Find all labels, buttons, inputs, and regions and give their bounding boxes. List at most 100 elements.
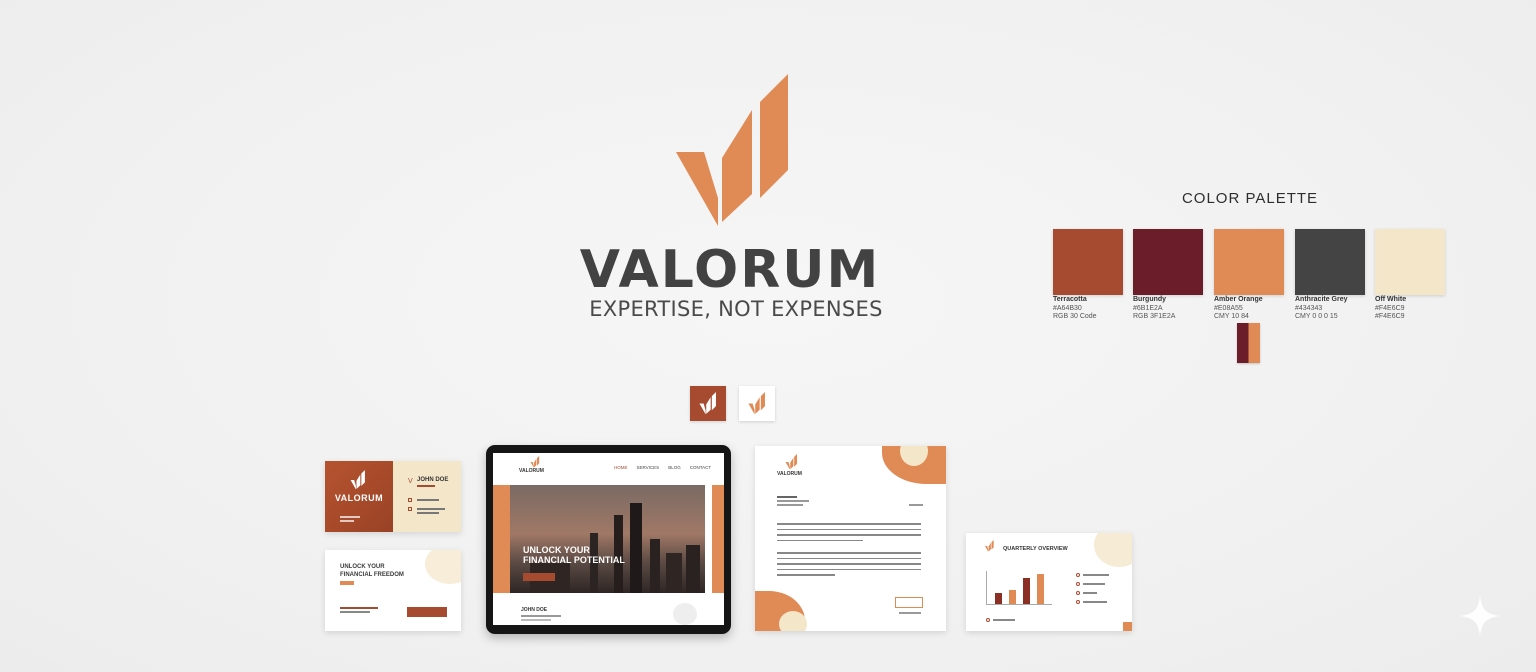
letterhead-corner-blob (779, 611, 807, 631)
swatch-code: #F4E6C9 (1375, 313, 1405, 320)
swatch-terracotta (1053, 229, 1123, 295)
nav-services[interactable]: SERVICES (637, 465, 660, 470)
letterhead-logo-text: VALORUM (777, 471, 802, 477)
card-info-line (417, 512, 439, 514)
card-contact-line (340, 607, 378, 609)
swatch-name: Terracotta (1053, 296, 1087, 303)
logo-mark-icon (676, 74, 788, 226)
swatch-label-off-white: Off White #F4E6C9 #F4E6C9 (1375, 296, 1445, 322)
date-line (909, 504, 923, 506)
report-corner-tab (1123, 622, 1132, 631)
signature-box (895, 597, 923, 608)
business-card-back: UNLOCK YOUR FINANCIAL FREEDOM (325, 550, 461, 631)
swatch-code: RGB 3F1E2A (1133, 313, 1176, 320)
hero-line: FINANCIAL POTENTIAL (523, 555, 625, 565)
swatch-name: Off White (1375, 296, 1407, 303)
tablet-mockup: VALORUM HOME SERVICES BLOG CONTACT UNLOC… (486, 445, 731, 634)
logo-mark-small-icon: V (408, 478, 413, 485)
skyline-building (666, 553, 682, 593)
legend-dot (1076, 600, 1080, 604)
card-contact-line (340, 611, 370, 613)
report-chart (986, 571, 1052, 605)
swatch-name: Amber Orange (1214, 296, 1263, 303)
swatch-code: #434343 (1295, 304, 1323, 312)
swatch-code: #E08A55 (1214, 304, 1243, 312)
hero-side-accent (493, 485, 510, 593)
body-paragraph (777, 523, 921, 545)
logo-mark-icon (530, 456, 540, 468)
report-legend (1076, 573, 1109, 604)
report-footer-dot (986, 618, 990, 622)
swatch-code: #A64B30 (1053, 304, 1082, 312)
swatch-name: Anthracite Grey (1295, 296, 1348, 303)
legend-line (1083, 583, 1105, 585)
website-screen: VALORUM HOME SERVICES BLOG CONTACT UNLOC… (493, 453, 724, 625)
report-title: QUARTERLY OVERVIEW (1003, 546, 1068, 552)
sparkle-icon (1460, 596, 1500, 636)
card-info-line (417, 485, 435, 487)
phone-icon (408, 498, 412, 502)
card-tagline-line (340, 516, 360, 518)
brand-tagline: EXPERTISE, NOT EXPENSES (589, 297, 883, 321)
report-bar (1009, 590, 1016, 604)
nav-home[interactable]: HOME (614, 465, 628, 470)
recipient-line (777, 500, 809, 502)
legend-dot (1076, 582, 1080, 586)
report-corner-blob (1094, 533, 1132, 567)
swatch-code: RGB 30 Code (1053, 313, 1097, 320)
card-back-headline: UNLOCK YOUR FINANCIAL FREEDOM (340, 563, 404, 579)
legend-line (1083, 601, 1107, 603)
business-card-front: VALORUM V JOHN DOE (325, 461, 461, 532)
card-info-line (417, 508, 445, 510)
hero-image: UNLOCK YOUR FINANCIAL POTENTIAL (510, 485, 705, 593)
swatch-anthracite-grey (1295, 229, 1365, 295)
signature-line (899, 612, 921, 614)
letterhead: VALORUM (755, 446, 946, 631)
legend-line (1083, 592, 1097, 594)
swatch-label-terracotta: Terracotta #A64B30 RGB 30 Code (1053, 296, 1133, 322)
report-slide: QUARTERLY OVERVIEW (966, 533, 1132, 631)
swatch-code: #F4E6C9 (1375, 304, 1405, 312)
logo-mark-icon (985, 540, 994, 552)
app-icon-dark (690, 386, 726, 421)
section-line (521, 615, 561, 617)
card-brand-name: VALORUM (334, 493, 384, 503)
site-logo-text[interactable]: VALORUM (519, 468, 544, 474)
headline-line: FINANCIAL FREEDOM (340, 572, 404, 578)
hero-line: UNLOCK YOUR (523, 545, 590, 555)
card-blob-decoration (425, 550, 461, 584)
report-bar (995, 593, 1002, 604)
report-bar (1023, 578, 1030, 604)
card-info-panel (393, 461, 461, 532)
hero-side-accent (712, 485, 724, 593)
logo-mark-icon (699, 392, 716, 415)
section-line (521, 619, 551, 621)
card-person-name: JOHN DOE (417, 477, 449, 483)
swatch-label-burgundy: Burgundy #6B1E2A RGB 3F1E2A (1133, 296, 1213, 322)
swatch-code: CMY 10 84 (1214, 313, 1249, 320)
legend-line (1083, 574, 1109, 576)
skyline-building (650, 539, 660, 593)
logo-mark-icon (785, 454, 798, 470)
card-accent-bar (340, 581, 354, 585)
headline-line: UNLOCK YOUR (340, 564, 385, 570)
swatch-amber-orange (1214, 229, 1284, 295)
nav-contact[interactable]: CONTACT (690, 465, 711, 470)
palette-title: COLOR PALETTE (1181, 190, 1319, 207)
section-heading: JOHN DOE (521, 607, 548, 613)
body-paragraph (777, 552, 921, 580)
swatch-label-amber-orange: Amber Orange #E08A55 CMY 10 84 (1214, 296, 1294, 322)
palette-split-chip (1237, 323, 1260, 363)
hero-cta-button[interactable] (523, 573, 555, 581)
report-bar (1037, 574, 1044, 604)
site-nav: HOME SERVICES BLOG CONTACT (614, 465, 711, 470)
nav-blog[interactable]: BLOG (668, 465, 681, 470)
logo-mark-icon (748, 392, 765, 415)
hero-headline: UNLOCK YOUR FINANCIAL POTENTIAL (523, 545, 625, 565)
swatch-burgundy (1133, 229, 1203, 295)
card-cta-button[interactable] (407, 607, 447, 617)
skyline-building (630, 503, 642, 593)
swatch-off-white (1375, 229, 1445, 295)
legend-dot (1076, 573, 1080, 577)
recipient-line (777, 496, 797, 498)
